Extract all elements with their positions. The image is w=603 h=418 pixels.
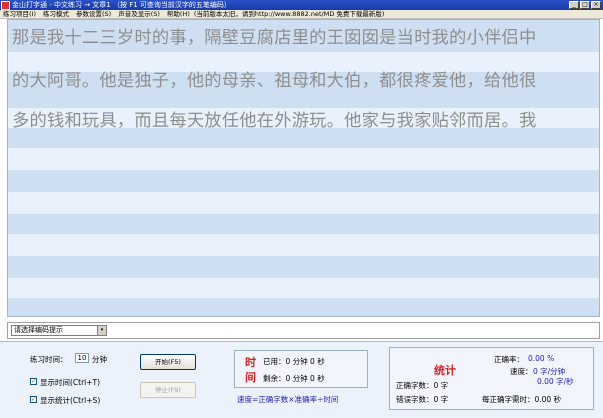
timer-char-2: 间 xyxy=(245,371,256,384)
show-time-checkbox[interactable]: ✓ xyxy=(30,378,37,385)
text-band xyxy=(8,128,599,148)
text-band xyxy=(8,234,599,256)
control-panel: 练习时间： 10 分钟 ✓ 显示时间(Ctrl+T) ✓ 显示统计(Ctrl+S… xyxy=(0,341,603,418)
text-band xyxy=(8,298,599,316)
app-icon xyxy=(1,0,10,10)
text-band xyxy=(8,148,599,170)
menu-settings[interactable]: 参数设置(S) xyxy=(73,10,115,19)
practice-time-unit: 分钟 xyxy=(92,355,107,364)
timer-char-1: 时 xyxy=(245,356,256,369)
timer-remaining: 剩余：0 分钟 0 秒 xyxy=(263,374,325,383)
practice-time-input[interactable]: 10 xyxy=(75,353,89,363)
text-band xyxy=(8,170,599,192)
practice-time-label: 练习时间： xyxy=(30,355,68,364)
text-band xyxy=(8,278,599,298)
practice-line-1: 那是我十二三岁时的事，隔壁豆腐店里的王囡囡是当时我的小伴侣中 xyxy=(12,28,537,48)
start-button[interactable]: 开始(F5) xyxy=(140,354,196,370)
stats-box: 统计 正确率： 0.00 % 速度： 0 字/分钟 0.00 字/秒 正确字数：… xyxy=(389,347,594,410)
per-correct-time: 每正确字需时：0.00 秒 xyxy=(482,395,562,404)
speed-formula: 速度=正确字数×准确率÷时间 xyxy=(237,395,339,404)
speed-label: 速度： xyxy=(510,367,533,376)
menu-practice-items[interactable]: 练习项目(I) xyxy=(0,10,40,19)
title-bar: 金山打字通 - 中文练习 → 文章1 （按 F1 可查询当前汉字的五笔编码） _… xyxy=(0,0,603,10)
show-stats-label: 显示统计(Ctrl+S) xyxy=(40,396,101,405)
minimize-button[interactable]: _ xyxy=(569,1,579,9)
menu-sound-display[interactable]: 声音及显示(S) xyxy=(115,10,164,19)
text-band xyxy=(8,256,599,278)
update-link[interactable]: (当前版本太旧，请到http://www.8882.net/MD 免费下载最新版… xyxy=(194,10,385,19)
dropdown-arrow-icon[interactable]: ▾ xyxy=(97,326,106,335)
window-title: 金山打字通 - 中文练习 → 文章1 （按 F1 可查询当前汉字的五笔编码） xyxy=(12,1,231,9)
show-stats-checkbox[interactable]: ✓ xyxy=(30,396,37,403)
hint-bar: 请选择编码提示 ▾ xyxy=(7,322,600,339)
practice-line-3: 多的钱和玩具，而且每天放任他在外游玩。他家与我家贴邻而居。我 xyxy=(12,111,537,131)
menu-help[interactable]: 帮助(H) xyxy=(164,10,194,19)
encoding-hint-value: 请选择编码提示 xyxy=(14,326,63,334)
text-band xyxy=(8,214,599,234)
stats-title: 统计 xyxy=(434,364,456,377)
accuracy-label: 正确率： xyxy=(494,355,524,364)
error-count: 错误字数：0 字 xyxy=(396,395,449,404)
practice-line-2: 的大阿哥。他是独子，他的母亲、祖母和大伯，都很疼爱他，给他很 xyxy=(12,71,537,91)
stop-button[interactable]: 停止(F9) xyxy=(140,382,196,398)
timer-box: 时 间 已用：0 分钟 0 秒 剩余：0 分钟 0 秒 xyxy=(234,350,368,388)
practice-text-area[interactable]: 那是我十二三岁时的事，隔壁豆腐店里的王囡囡是当时我的小伴侣中 的大阿哥。他是独子… xyxy=(7,19,600,317)
correct-count: 正确字数：0 字 xyxy=(396,381,449,390)
text-band xyxy=(8,192,599,214)
menu-bar: 练习项目(I) 练习模式 参数设置(S) 声音及显示(S) 帮助(H) (当前版… xyxy=(0,10,603,19)
show-time-label: 显示时间(Ctrl+T) xyxy=(40,378,101,387)
timer-elapsed: 已用：0 分钟 0 秒 xyxy=(263,357,325,366)
accuracy-value: 0.00 % xyxy=(528,354,555,363)
speed-per-second: 0.00 字/秒 xyxy=(537,377,574,386)
maximize-button[interactable]: □ xyxy=(580,1,590,9)
menu-practice-mode[interactable]: 练习模式 xyxy=(40,10,73,19)
encoding-hint-select[interactable]: 请选择编码提示 ▾ xyxy=(11,325,107,336)
close-button[interactable]: × xyxy=(591,1,601,9)
